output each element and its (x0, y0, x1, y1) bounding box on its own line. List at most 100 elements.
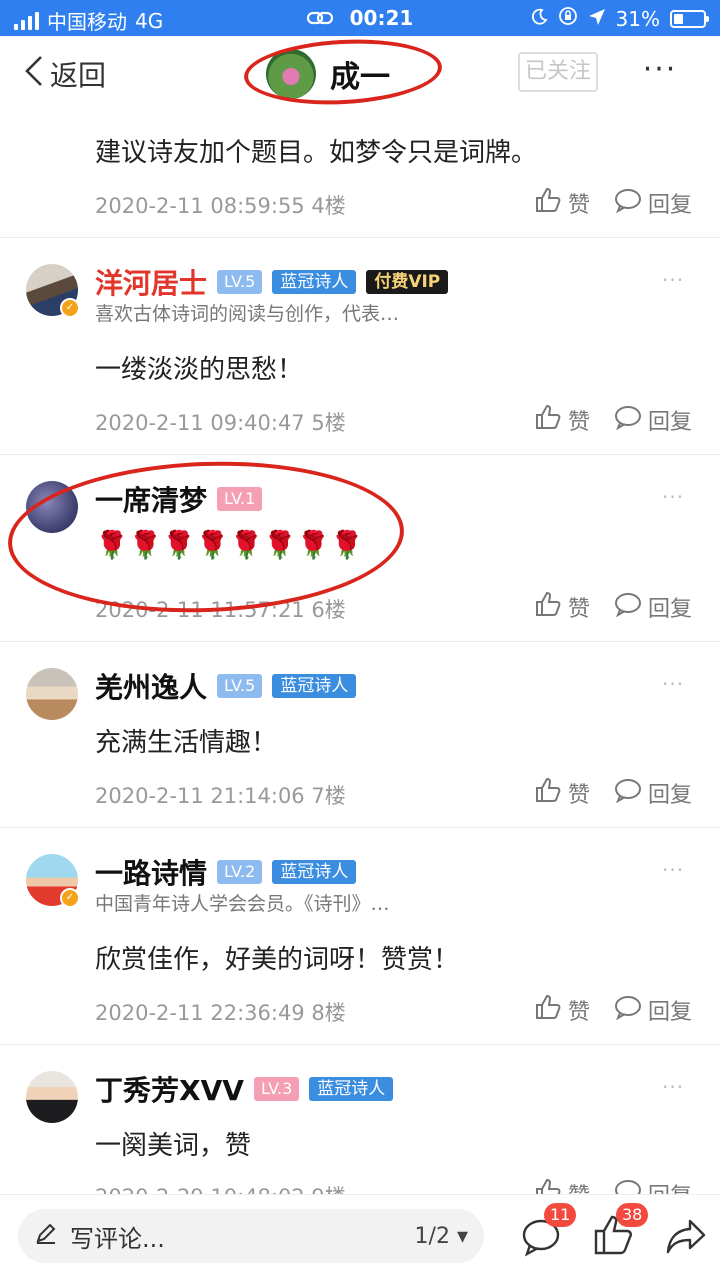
like-label: 赞 (568, 1178, 590, 1194)
user-name[interactable]: 洋河居士 (95, 262, 207, 302)
reply-bubble-icon (614, 591, 642, 623)
user-name[interactable]: 一路诗情 (95, 852, 207, 892)
more-icon[interactable]: ··· (640, 50, 680, 90)
more-icon[interactable]: ··· (662, 672, 684, 696)
comment-actions: 赞 回复 (534, 186, 692, 220)
verified-badge-icon: ✓ (60, 298, 80, 318)
comment-meta: 2020-2-11 09:40:47 5楼 (95, 411, 346, 435)
comment-meta: 2020-2-11 08:59:55 4楼 (95, 194, 346, 218)
avatar[interactable] (26, 668, 78, 720)
comment-header: 丁秀芳XVV LV.3 蓝冠诗人 (95, 1069, 394, 1109)
reply-bubble-icon (614, 1178, 642, 1194)
comment-floor-7: 羌州逸人 LV.5 蓝冠诗人 ··· 充满生活情趣！ 2020-2-11 21:… (0, 642, 720, 828)
write-comment-input[interactable]: 写评论... 1/2 ▾ (18, 1209, 484, 1263)
comment-header: 羌州逸人 LV.5 蓝冠诗人 (95, 666, 357, 706)
like-label: 赞 (567, 410, 590, 435)
link-icon (306, 6, 333, 30)
write-comment-placeholder: 写评论... (70, 1224, 165, 1253)
reply-bubble-icon (614, 777, 642, 809)
more-icon[interactable]: ··· (662, 1075, 684, 1099)
followed-button[interactable]: 已关注 (518, 52, 598, 92)
share-icon (664, 1219, 708, 1261)
title-badge: 蓝冠诗人 (309, 1077, 394, 1101)
reply-bubble-icon (614, 404, 642, 436)
like-button[interactable]: 赞 (534, 776, 590, 810)
more-icon[interactable]: ··· (662, 858, 684, 882)
user-name[interactable]: 丁秀芳XVV (95, 1069, 244, 1109)
level-badge: LV.5 (217, 270, 263, 294)
reply-button[interactable]: 回复 (614, 404, 692, 436)
bottom-bar: 写评论... 1/2 ▾ 11 38 (0, 1194, 720, 1280)
reply-button[interactable]: 回复 (614, 1178, 692, 1194)
level-badge: LV.2 (217, 860, 263, 884)
back-label: 返回 (50, 59, 107, 92)
location-icon (588, 7, 606, 31)
back-chevron-icon (24, 55, 50, 94)
reply-bubble-icon (614, 994, 642, 1026)
comment-actions: 赞 回复 (534, 1177, 692, 1194)
page-selector[interactable]: 1/2 ▾ (415, 1224, 468, 1249)
thumb-up-icon (534, 993, 562, 1027)
reply-bubble-icon (614, 187, 642, 219)
user-bio: 喜欢古体诗词的阅读与创作，代表… (95, 303, 400, 325)
reply-label: 回复 (647, 597, 692, 622)
thumb-up-icon (534, 590, 562, 624)
more-icon[interactable]: ··· (662, 268, 684, 292)
comment-text: 一阕美词，赞 (95, 1131, 252, 1161)
avatar[interactable] (26, 1071, 78, 1123)
comment-meta: 2020-2-29 10:48:02 9楼 (95, 1181, 346, 1194)
like-label: 赞 (567, 193, 590, 218)
status-bar: 中国移动 4G 00:21 31% (0, 0, 720, 36)
thumb-up-icon (534, 186, 562, 220)
user-name[interactable]: 羌州逸人 (95, 666, 207, 706)
comment-meta: 2020-2-11 11:57:21 6楼 (95, 598, 346, 622)
battery-icon (670, 9, 709, 28)
comment-text: 欣赏佳作，好美的词呀！赞赏！ (95, 945, 460, 975)
like-button[interactable]: 赞 (534, 186, 590, 220)
comment-text: 一缕淡淡的思愁！ (95, 355, 304, 385)
avatar[interactable] (26, 481, 78, 533)
nav-author[interactable]: 成一 (248, 42, 442, 106)
more-icon[interactable]: ··· (662, 485, 684, 509)
thumb-up-icon (534, 776, 562, 810)
reply-button[interactable]: 回复 (614, 994, 692, 1026)
like-button[interactable]: 赞 (534, 993, 590, 1027)
reply-button[interactable]: 回复 (614, 591, 692, 623)
vip-badge: 付费VIP (366, 270, 449, 294)
level-badge: LV.5 (217, 674, 263, 698)
comment-header: 一路诗情 LV.2 蓝冠诗人 (95, 852, 357, 892)
back-button[interactable]: 返回 (24, 54, 106, 94)
like-label: 赞 (567, 1000, 590, 1025)
comment-actions: 赞 回复 (534, 590, 692, 624)
comment-text: 🌹🌹🌹🌹🌹🌹🌹🌹 (95, 530, 364, 561)
author-avatar (266, 49, 316, 99)
reply-button[interactable]: 回复 (614, 777, 692, 809)
author-name: 成一 (330, 60, 390, 95)
user-bio: 中国青年诗人学会会员。《诗刊》… (95, 893, 390, 915)
like-label: 赞 (567, 783, 590, 808)
page-indicator: 1/2 (414, 1223, 450, 1249)
comment-floor-8: ✓ 一路诗情 LV.2 蓝冠诗人 ··· 中国青年诗人学会会员。《诗刊》… 欣赏… (0, 828, 720, 1045)
reply-label: 回复 (647, 783, 692, 808)
comment-actions: 赞 回复 (534, 776, 692, 810)
like-button[interactable]: 赞 (534, 1177, 590, 1194)
reply-label: 回复 (647, 193, 692, 218)
comment-count-badge: 11 (544, 1203, 577, 1227)
like-button[interactable]: 赞 (534, 403, 590, 437)
user-name[interactable]: 一席清梦 (95, 479, 207, 519)
thumb-up-icon (534, 1177, 562, 1194)
level-badge: LV.1 (217, 487, 263, 511)
comment-floor-5: ✓ 洋河居士 LV.5 蓝冠诗人 付费VIP ··· 喜欢古体诗词的阅读与创作，… (0, 238, 720, 455)
lock-rotation-icon (558, 6, 578, 31)
comment-meta: 2020-2-11 21:14:06 7楼 (95, 784, 346, 808)
reply-button[interactable]: 回复 (614, 187, 692, 219)
like-button[interactable]: 赞 (534, 590, 590, 624)
status-time: 00:21 (349, 6, 414, 30)
verified-badge-icon: ✓ (60, 888, 80, 908)
status-right: 31% (530, 6, 709, 31)
thumb-up-icon (534, 403, 562, 437)
level-badge: LV.3 (253, 1077, 300, 1101)
share-button[interactable] (664, 1213, 708, 1257)
comment-floor-6: 一席清梦 LV.1 ··· 🌹🌹🌹🌹🌹🌹🌹🌹 2020-2-11 11:57:2… (0, 455, 720, 642)
pencil-icon (34, 1221, 58, 1251)
